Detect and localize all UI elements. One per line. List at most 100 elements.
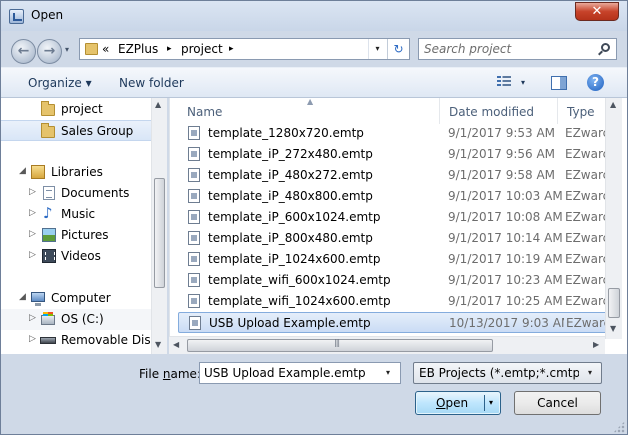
nav-item-label: Documents <box>61 186 130 200</box>
table-row[interactable]: template_wifi_600x1024.emtp 9/1/2017 10:… <box>178 270 608 291</box>
scrollbar-thumb[interactable] <box>608 288 620 318</box>
view-options-icon[interactable] <box>497 76 511 89</box>
column-header-name[interactable]: Name <box>178 98 440 124</box>
table-row[interactable]: template_iP_600x1024.emtp 9/1/2017 10:08… <box>178 207 608 228</box>
scroll-down-icon[interactable]: ▼ <box>155 340 161 349</box>
column-header-label: Date modified <box>449 105 535 119</box>
chevron-right-icon[interactable]: ▸ <box>229 44 234 54</box>
file-name-input[interactable] <box>204 365 380 381</box>
table-row[interactable]: template_1280x720.emtp 9/1/2017 9:53 AM … <box>178 123 608 144</box>
nav-item-computer[interactable]: ◢ Computer <box>1 288 151 309</box>
address-prefix[interactable]: « <box>102 42 109 56</box>
expand-icon[interactable]: ▷ <box>29 313 36 323</box>
table-row[interactable]: template_iP_480x800.emtp 9/1/2017 10:03 … <box>178 186 608 207</box>
close-button[interactable]: ✕ <box>575 2 619 21</box>
scrollbar-thumb[interactable] <box>154 178 165 288</box>
back-button[interactable]: ← <box>11 39 36 64</box>
help-icon[interactable]: ? <box>587 74 604 91</box>
libraries-icon <box>31 165 45 179</box>
file-name: template_iP_480x800.emtp <box>208 189 373 203</box>
videos-icon <box>42 249 56 263</box>
scroll-up-icon[interactable]: ▲ <box>155 100 161 109</box>
address-bar[interactable]: « EZPlus ▸ project ▸ ▾ ↻ <box>79 38 410 60</box>
table-row-selected[interactable]: USB Upload Example.emtp 10/13/2017 9:03 … <box>178 312 608 333</box>
nav-item-libraries[interactable]: ◢ Libraries <box>1 162 151 183</box>
search-icon[interactable] <box>601 43 610 52</box>
address-dropdown-icon[interactable]: ▾ <box>368 39 386 59</box>
scrollbar-thumb[interactable] <box>187 338 493 352</box>
file-date: 9/1/2017 10:25 AM <box>448 294 563 308</box>
file-type-select[interactable]: EB Projects (*.emtp;*.cmtp;*.mt ▾ <box>413 362 602 384</box>
address-segment-ezplus[interactable]: EZPlus <box>118 42 158 56</box>
os-drive-icon <box>41 312 55 325</box>
file-name: template_iP_800x480.emtp <box>208 231 373 245</box>
chevron-right-icon[interactable]: ▸ <box>167 44 172 54</box>
chevron-down-icon[interactable]: ▾ <box>588 368 592 377</box>
file-icon <box>188 252 200 266</box>
recent-locations-icon[interactable]: ▾ <box>65 45 69 54</box>
file-name-label-start: File <box>139 367 163 381</box>
open-button-label: Open <box>436 396 468 410</box>
nav-item-music[interactable]: ▷ Music <box>1 204 151 225</box>
scroll-down-icon[interactable]: ▼ <box>610 324 616 333</box>
cancel-button[interactable]: Cancel <box>514 391 601 415</box>
expand-icon[interactable]: ▷ <box>29 250 36 260</box>
collapse-icon[interactable]: ◢ <box>19 166 26 176</box>
open-dropdown-icon[interactable]: ▾ <box>489 398 493 407</box>
file-icon <box>188 210 200 224</box>
file-list-vertical-scrollbar[interactable]: ▲ ▼ <box>605 98 622 339</box>
computer-icon <box>31 292 45 306</box>
scroll-right-icon[interactable]: ▶ <box>593 340 599 349</box>
nav-item-removable-disk[interactable]: ▷ Removable Disk ( <box>1 330 166 351</box>
collapse-icon[interactable]: ◢ <box>19 292 26 302</box>
view-dropdown-icon[interactable]: ▾ <box>521 78 525 87</box>
table-row[interactable]: template_wifi_1024x600.emtp 9/1/2017 10:… <box>178 291 608 312</box>
nav-item-videos[interactable]: ▷ Videos <box>1 246 151 267</box>
file-list-horizontal-scrollbar[interactable]: ◀ ▶ <box>169 336 605 354</box>
expand-icon[interactable]: ▷ <box>29 334 36 344</box>
table-row[interactable]: template_iP_800x480.emtp 9/1/2017 10:14 … <box>178 228 608 249</box>
nav-item-os-c[interactable]: ▷ OS (C:) <box>1 309 151 330</box>
nav-item-sales-group[interactable]: Sales Group <box>1 120 151 141</box>
table-row[interactable]: template_iP_1024x600.emtp 9/1/2017 10:19… <box>178 249 608 270</box>
nav-item-project[interactable]: project <box>1 99 151 120</box>
title-bar[interactable]: Open ✕ <box>1 1 627 31</box>
expand-icon[interactable]: ▷ <box>29 208 36 218</box>
column-header-type[interactable]: Type <box>558 98 608 124</box>
resize-grip[interactable] <box>613 421 625 433</box>
forward-button[interactable]: → <box>37 39 62 64</box>
nav-item-documents[interactable]: ▷ Documents <box>1 183 151 204</box>
file-type-value: EB Projects (*.emtp;*.cmtp;*.mt <box>419 366 579 380</box>
scroll-left-icon[interactable]: ◀ <box>173 340 179 349</box>
search-input[interactable] <box>424 41 594 57</box>
file-type: EZwarc <box>565 231 607 245</box>
nav-item-pictures[interactable]: ▷ Pictures <box>1 225 151 246</box>
file-name-combobox[interactable]: ▾ <box>199 362 401 384</box>
file-type: EZwarc <box>565 126 607 140</box>
refresh-icon[interactable]: ↻ <box>387 39 409 59</box>
file-icon <box>188 294 200 308</box>
folder-icon <box>41 101 55 116</box>
search-box[interactable] <box>418 38 617 60</box>
file-list[interactable]: ▲ Name Date modified Type template_1280x… <box>169 97 627 354</box>
chevron-down-icon[interactable]: ▾ <box>386 368 390 377</box>
open-button[interactable]: Open ▾ <box>415 391 501 415</box>
navigation-pane[interactable]: project Sales Group ◢ Libraries ▷ Docume… <box>1 98 167 354</box>
folder-icon <box>41 123 55 138</box>
table-row[interactable]: template_iP_480x272.emtp 9/1/2017 9:58 A… <box>178 165 608 186</box>
organize-button[interactable]: Organize ▾ <box>28 76 92 90</box>
expand-icon[interactable]: ▷ <box>29 187 36 197</box>
file-type: EZwarc <box>565 294 607 308</box>
table-row[interactable]: template_iP_272x480.emtp 9/1/2017 9:56 A… <box>178 144 608 165</box>
preview-pane-icon[interactable] <box>551 76 567 90</box>
file-date: 9/1/2017 10:14 AM <box>448 231 563 245</box>
expand-icon[interactable]: ▷ <box>29 229 36 239</box>
nav-item-label: Pictures <box>61 228 109 242</box>
new-folder-button[interactable]: New folder <box>119 76 184 90</box>
navigation-pane-scrollbar[interactable]: ▲ ▼ <box>151 98 167 354</box>
scroll-up-icon[interactable]: ▲ <box>610 100 616 109</box>
file-date: 9/1/2017 10:19 AM <box>448 252 563 266</box>
file-date: 9/1/2017 9:56 AM <box>448 147 556 161</box>
column-header-date-modified[interactable]: Date modified <box>440 98 558 124</box>
address-segment-project[interactable]: project <box>181 42 223 56</box>
